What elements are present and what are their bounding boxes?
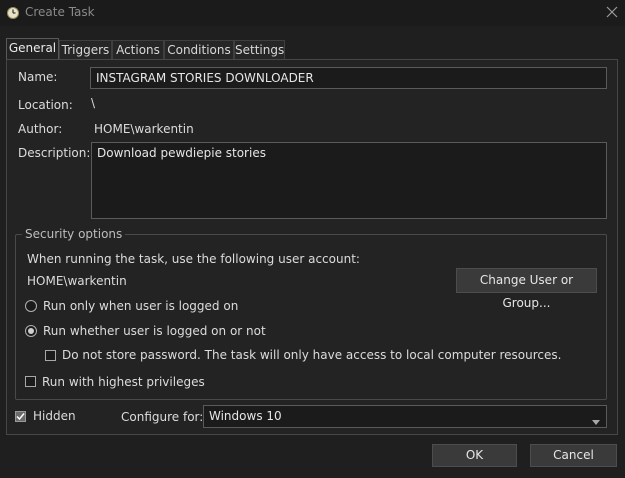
- close-icon: [606, 6, 618, 21]
- location-value: \: [91, 96, 96, 110]
- ok-button[interactable]: OK: [432, 444, 517, 467]
- change-user-button[interactable]: Change User or Group...: [456, 268, 597, 310]
- cancel-button[interactable]: Cancel: [530, 444, 617, 467]
- checkmark-icon: [16, 413, 25, 421]
- tab-triggers[interactable]: Triggers: [59, 40, 112, 60]
- name-label: Name:: [18, 70, 58, 84]
- configure-for-value: Windows 10: [209, 409, 282, 423]
- author-label: Author:: [18, 122, 63, 136]
- radio-whether-logged-on-label[interactable]: Run whether user is logged on or not: [43, 324, 266, 338]
- tab-settings[interactable]: Settings: [234, 40, 285, 60]
- location-label: Location:: [18, 98, 73, 112]
- tab-conditions[interactable]: Conditions: [164, 40, 234, 60]
- tab-general[interactable]: General: [6, 38, 59, 60]
- tab-actions[interactable]: Actions: [112, 40, 164, 60]
- title-bar: Create Task: [0, 0, 625, 26]
- description-label: Description:: [18, 146, 91, 160]
- close-button[interactable]: [599, 0, 625, 26]
- highest-privileges-checkbox[interactable]: [25, 376, 36, 387]
- account-prompt: When running the task, use the following…: [27, 252, 360, 266]
- security-options-legend: Security options: [22, 227, 126, 241]
- configure-for-select[interactable]: Windows 10: [203, 405, 607, 428]
- hidden-checkbox[interactable]: [15, 411, 26, 422]
- window-title: Create Task: [25, 5, 95, 19]
- radio-whether-logged-on[interactable]: [25, 325, 37, 337]
- highest-privileges-label[interactable]: Run with highest privileges: [42, 375, 205, 389]
- clock-icon: [7, 7, 19, 19]
- account-value: HOME\warkentin: [27, 274, 127, 288]
- radio-logged-on-label[interactable]: Run only when user is logged on: [43, 299, 238, 313]
- no-store-password-checkbox[interactable]: [45, 350, 56, 361]
- name-input[interactable]: INSTAGRAM STORIES DOWNLOADER: [90, 67, 607, 89]
- author-value: HOME\warkentin: [94, 122, 194, 136]
- configure-for-label: Configure for:: [121, 410, 204, 424]
- radio-logged-on[interactable]: [25, 300, 37, 312]
- description-textarea[interactable]: Download pewdiepie stories: [91, 142, 607, 219]
- hidden-label[interactable]: Hidden: [33, 409, 76, 423]
- no-store-password-label[interactable]: Do not store password. The task will onl…: [62, 348, 561, 362]
- chevron-down-icon: [592, 414, 600, 428]
